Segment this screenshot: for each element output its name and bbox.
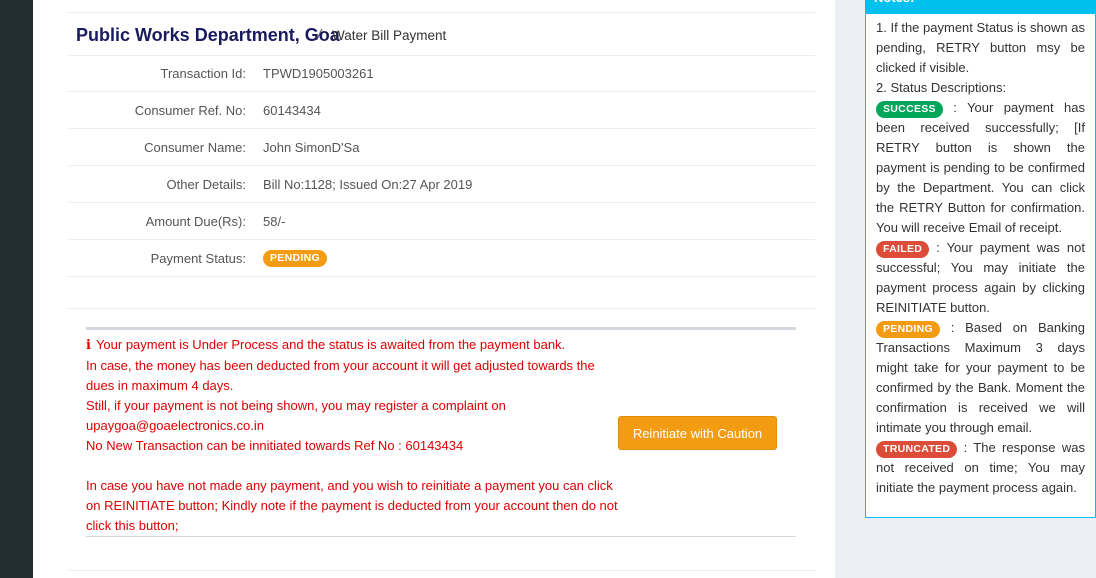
message-line: Still, if your payment is not being show… — [86, 398, 506, 433]
pending-badge: PENDING — [876, 321, 940, 338]
message-line: In case you have not made any payment, a… — [86, 478, 618, 533]
detail-label: Amount Due(Rs): — [145, 214, 246, 229]
detail-value: TPWD1905003261 — [263, 66, 374, 81]
breadcrumb-separator: / — [317, 27, 322, 44]
page-header: Public Works Department, Goa / Water Bil… — [68, 12, 815, 56]
message-line: No New Transaction can be innitiated tow… — [86, 438, 464, 453]
message-line: In case, the money has been deducted fro… — [86, 358, 595, 393]
sidebar-strip — [0, 0, 33, 578]
status-message-box: i Your payment is Under Process and the s… — [86, 327, 796, 537]
note-item: 1. If the payment Status is shown as pen… — [876, 20, 1085, 75]
department-title: Public Works Department, Goa — [76, 25, 340, 45]
info-icon: i — [86, 338, 91, 353]
detail-row-consumer-name: Consumer Name: John SimonD'Sa — [68, 129, 815, 166]
status-message: i Your payment is Under Process and the s… — [86, 335, 621, 536]
detail-label: Transaction Id: — [160, 66, 246, 81]
detail-value: Bill No:1128; Issued On:27 Apr 2019 — [263, 177, 473, 192]
page-subtitle: Water Bill Payment — [332, 28, 447, 43]
note-item: 2. Status Descriptions: — [876, 80, 1007, 95]
detail-label: Consumer Ref. No: — [134, 103, 246, 118]
notes-panel: Notes: 1. If the payment Status is shown… — [865, 0, 1096, 518]
detail-value: 58/- — [263, 214, 286, 229]
detail-label: Payment Status: — [150, 251, 246, 266]
success-badge: SUCCESS — [876, 101, 943, 118]
detail-label: Other Details: — [166, 177, 246, 192]
reinitiate-button[interactable]: Reinitiate with Caution — [618, 416, 777, 450]
status-badge: PENDING — [263, 250, 327, 267]
detail-row-spacer — [68, 277, 815, 309]
detail-row-transaction-id: Transaction Id: TPWD1905003261 — [68, 55, 815, 92]
detail-row-payment-status: Payment Status: PENDING — [68, 240, 815, 277]
notes-body: 1. If the payment Status is shown as pen… — [866, 14, 1095, 498]
notes-title: Notes: — [866, 0, 1095, 14]
truncated-badge: TRUNCATED — [876, 441, 958, 458]
success-description: : Your payment has been received success… — [876, 100, 1085, 235]
failed-badge: FAILED — [876, 241, 930, 258]
detail-row-consumer-ref: Consumer Ref. No: 60143434 — [68, 92, 815, 129]
pending-description: : Based on Banking Transactions Maximum … — [876, 320, 1085, 435]
message-line: Your payment is Under Process and the st… — [95, 337, 566, 352]
detail-value: 60143434 — [263, 103, 321, 118]
divider — [68, 570, 815, 571]
detail-row-amount-due: Amount Due(Rs): 58/- — [68, 203, 815, 240]
detail-label: Consumer Name: — [144, 140, 246, 155]
detail-row-other-details: Other Details: Bill No:1128; Issued On:2… — [68, 166, 815, 203]
detail-value: John SimonD'Sa — [263, 140, 360, 155]
